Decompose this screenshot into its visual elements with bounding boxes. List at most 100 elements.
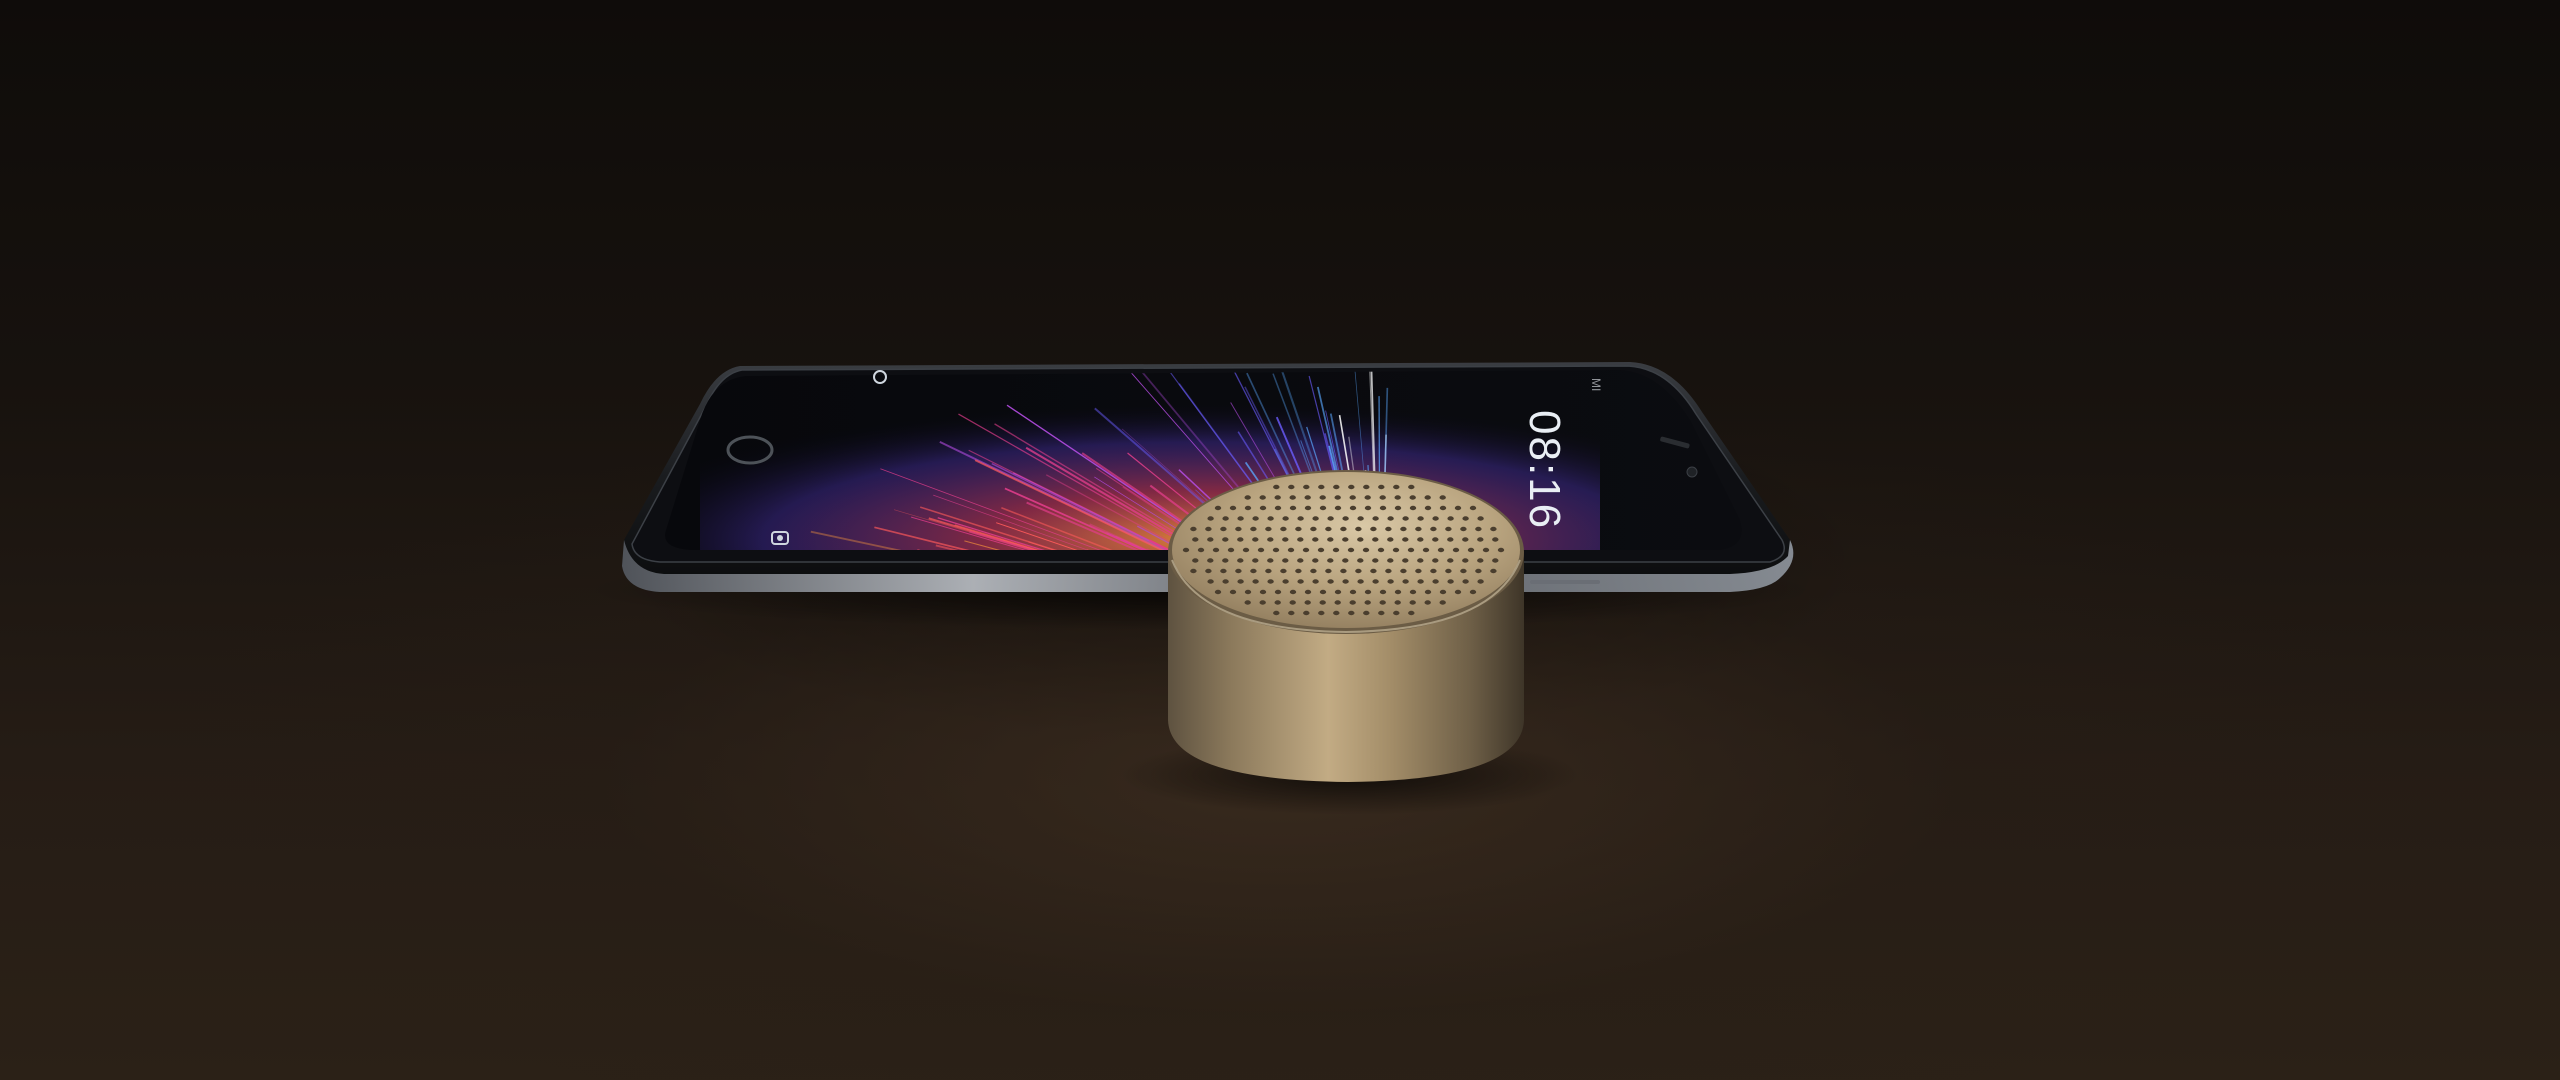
grille-hole bbox=[1357, 537, 1364, 542]
grille-hole bbox=[1222, 558, 1229, 563]
grille-hole bbox=[1327, 537, 1334, 542]
grille-hole bbox=[1304, 505, 1312, 511]
grille-hole bbox=[1220, 526, 1227, 532]
grille-hole bbox=[1289, 495, 1296, 500]
grille-hole bbox=[1372, 516, 1379, 521]
grille-hole bbox=[1250, 526, 1257, 532]
grille-hole bbox=[1244, 495, 1251, 500]
grille-hole bbox=[1237, 537, 1244, 542]
grille-hole bbox=[1304, 495, 1311, 500]
grille-hole bbox=[1437, 547, 1445, 553]
grille-hole bbox=[1289, 600, 1296, 605]
grille-hole bbox=[1252, 516, 1259, 521]
grille-hole bbox=[1378, 484, 1385, 490]
grille-hole bbox=[1439, 589, 1447, 595]
grille-hole bbox=[1287, 547, 1295, 553]
grille-hole bbox=[1364, 495, 1371, 500]
grille-hole bbox=[1207, 558, 1214, 563]
grille-hole bbox=[1393, 610, 1400, 616]
grille-hole bbox=[1424, 505, 1432, 511]
scene-illustration: 08:16 MI bbox=[580, 362, 1820, 815]
lock-screen-clock-group: 08:16 bbox=[1520, 410, 1569, 530]
grille-hole bbox=[1274, 589, 1282, 595]
grille-hole bbox=[1364, 505, 1372, 511]
grille-hole bbox=[1237, 579, 1244, 584]
grille-hole bbox=[1302, 547, 1310, 553]
grille-hole bbox=[1402, 516, 1409, 521]
grille-hole bbox=[1477, 537, 1484, 542]
grille-hole bbox=[1192, 558, 1199, 563]
grille-hole bbox=[1319, 589, 1327, 595]
grille-hole bbox=[1454, 589, 1462, 595]
bluetooth-speaker bbox=[1168, 470, 1524, 782]
grille-hole bbox=[1222, 516, 1229, 521]
grille-hole bbox=[1417, 579, 1424, 584]
grille-hole bbox=[1244, 505, 1252, 511]
grille-hole bbox=[1417, 537, 1424, 542]
grille-hole bbox=[1229, 505, 1237, 511]
grille-hole bbox=[1363, 610, 1370, 616]
grille-hole bbox=[1402, 579, 1409, 584]
grille-hole bbox=[1477, 516, 1484, 521]
grille-hole bbox=[1273, 610, 1280, 616]
grille-hole bbox=[1415, 526, 1422, 532]
grille-hole bbox=[1252, 537, 1259, 542]
grille-hole bbox=[1205, 568, 1212, 574]
grille-hole bbox=[1310, 568, 1317, 574]
grille-hole bbox=[1372, 579, 1379, 584]
grille-hole bbox=[1349, 589, 1357, 595]
grille-hole bbox=[1445, 568, 1452, 574]
grille-hole bbox=[1333, 484, 1340, 490]
grille-hole bbox=[1357, 579, 1364, 584]
grille-hole bbox=[1282, 537, 1289, 542]
grille-hole bbox=[1439, 505, 1447, 511]
grille-hole bbox=[1447, 558, 1454, 563]
grille-hole bbox=[1447, 516, 1454, 521]
grille-hole bbox=[1259, 600, 1266, 605]
grille-hole bbox=[1372, 537, 1379, 542]
grille-hole bbox=[1192, 537, 1199, 542]
grille-hole bbox=[1310, 526, 1317, 532]
grille-hole bbox=[1297, 537, 1304, 542]
grille-hole bbox=[1252, 579, 1259, 584]
grille-hole bbox=[1348, 610, 1355, 616]
grille-hole bbox=[1394, 600, 1401, 605]
grille-hole bbox=[1259, 589, 1267, 595]
grille-hole bbox=[1267, 537, 1274, 542]
grille-hole bbox=[1265, 568, 1272, 574]
grille-hole bbox=[1207, 537, 1214, 542]
grille-hole bbox=[1274, 600, 1281, 605]
grille-hole bbox=[1379, 495, 1386, 500]
grille-hole bbox=[1407, 547, 1415, 553]
grille-hole bbox=[1334, 589, 1342, 595]
grille-hole bbox=[1400, 526, 1407, 532]
grille-hole bbox=[1227, 547, 1235, 553]
grille-hole bbox=[1477, 579, 1484, 584]
grille-hole bbox=[1424, 589, 1432, 595]
grille-hole bbox=[1445, 526, 1452, 532]
grille-hole bbox=[1197, 547, 1205, 553]
grille-hole bbox=[1259, 495, 1266, 500]
grille-hole bbox=[1333, 610, 1340, 616]
grille-hole bbox=[1282, 516, 1289, 521]
grille-hole bbox=[1364, 600, 1371, 605]
grille-hole bbox=[1220, 568, 1227, 574]
grille-hole bbox=[1462, 537, 1469, 542]
grille-hole bbox=[1237, 516, 1244, 521]
grille-hole bbox=[1327, 579, 1334, 584]
grille-hole bbox=[1447, 579, 1454, 584]
grille-hole bbox=[1340, 568, 1347, 574]
grille-hole bbox=[1387, 516, 1394, 521]
grille-hole bbox=[1492, 558, 1499, 563]
grille-hole bbox=[1432, 579, 1439, 584]
grille-hole bbox=[1312, 579, 1319, 584]
grille-hole bbox=[1387, 558, 1394, 563]
grille-hole bbox=[1460, 568, 1467, 574]
grille-hole bbox=[1288, 610, 1295, 616]
grille-hole bbox=[1409, 600, 1416, 605]
grille-hole bbox=[1274, 505, 1282, 511]
grille-hole bbox=[1357, 516, 1364, 521]
grille-hole bbox=[1235, 568, 1242, 574]
grille-hole bbox=[1469, 589, 1477, 595]
grille-hole bbox=[1424, 495, 1431, 500]
